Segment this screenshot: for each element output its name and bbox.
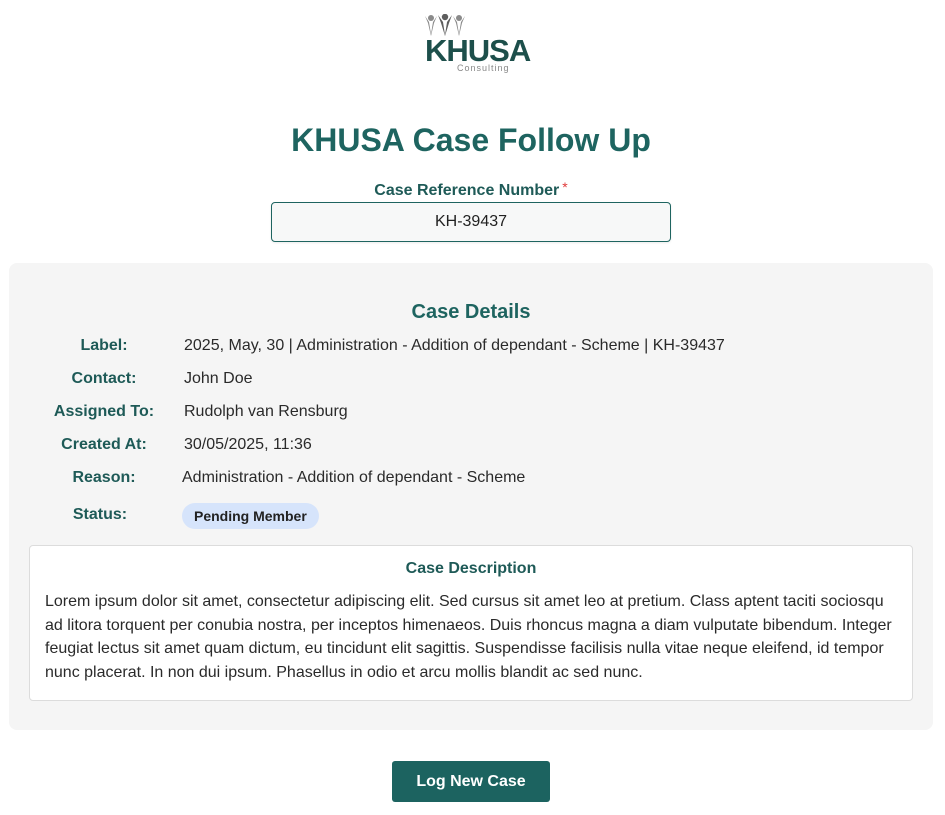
case-description-title: Case Description: [405, 560, 537, 577]
page-title: KHUSA Case Follow Up: [291, 122, 651, 158]
company-logo: KHUSA Consulting: [422, 14, 531, 76]
case-details-title: Case Details: [411, 301, 531, 323]
created-at-row-value: 30/05/2025, 11:36: [184, 436, 312, 453]
case-reference-label: Case Reference Number *: [0, 177, 942, 201]
label-row-value: 2025, May, 30 | Administration - Additio…: [184, 337, 725, 354]
case-reference-label-text: Case Reference Number: [374, 182, 560, 199]
status-row-label: Status:: [72, 506, 128, 523]
case-reference-input[interactable]: [271, 202, 671, 242]
contact-row-label: Contact:: [71, 370, 137, 387]
required-marker: *: [562, 179, 568, 195]
assigned-to-row-value: Rudolph van Rensburg: [184, 403, 348, 420]
reason-row-label: Reason:: [72, 469, 136, 486]
label-row-label: Label:: [80, 337, 128, 354]
created-at-row-label: Created At:: [61, 436, 147, 453]
status-badge: Pending Member: [182, 503, 319, 529]
log-new-case-button[interactable]: Log New Case: [392, 761, 550, 802]
logo-subtitle: Consulting: [457, 63, 510, 73]
reason-row-value: Administration - Addition of dependant -…: [182, 469, 526, 486]
case-description-text: Lorem ipsum dolor sit amet, consectetur …: [45, 593, 892, 681]
assigned-to-row-label: Assigned To:: [53, 403, 155, 420]
contact-row-value: John Doe: [184, 370, 253, 387]
